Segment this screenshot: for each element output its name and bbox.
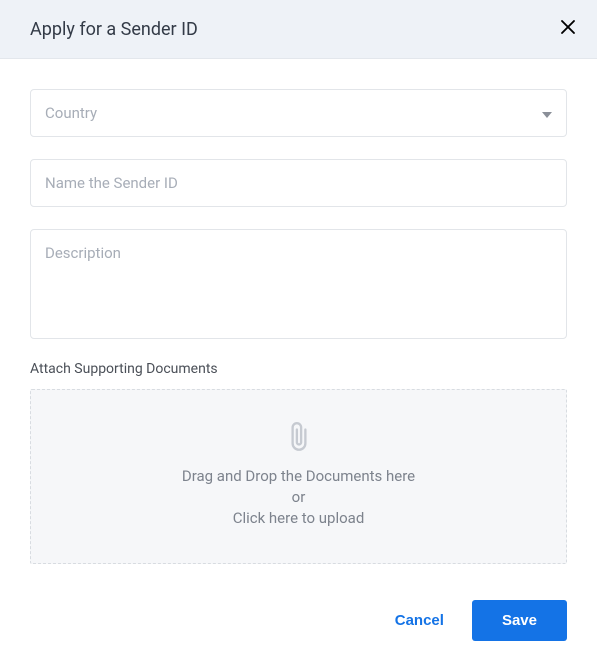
sender-id-name-input[interactable] <box>45 174 552 192</box>
dropzone-line-3: Click here to upload <box>41 508 556 529</box>
dropzone-line-1: Drag and Drop the Documents here <box>41 466 556 487</box>
country-select[interactable]: Country <box>30 89 567 137</box>
description-textarea[interactable] <box>45 244 552 280</box>
cancel-button[interactable]: Cancel <box>395 612 444 629</box>
dialog-footer: Cancel Save <box>395 600 567 641</box>
dropzone-line-2: or <box>41 487 556 508</box>
save-button[interactable]: Save <box>472 600 567 641</box>
attachment-dropzone[interactable]: Drag and Drop the Documents here or Clic… <box>30 389 567 564</box>
chevron-down-icon <box>542 104 552 122</box>
form-body: Country Attach Supporting Documents Drag… <box>0 59 597 564</box>
description-field-wrapper <box>30 229 567 339</box>
dialog-title: Apply for a Sender ID <box>30 19 198 40</box>
attach-section-label: Attach Supporting Documents <box>30 361 567 377</box>
dialog-header: Apply for a Sender ID <box>0 0 597 59</box>
close-button[interactable] <box>559 18 577 40</box>
country-placeholder: Country <box>45 104 542 122</box>
close-icon <box>559 18 577 40</box>
paperclip-icon <box>41 420 556 454</box>
sender-id-name-field-wrapper <box>30 159 567 207</box>
